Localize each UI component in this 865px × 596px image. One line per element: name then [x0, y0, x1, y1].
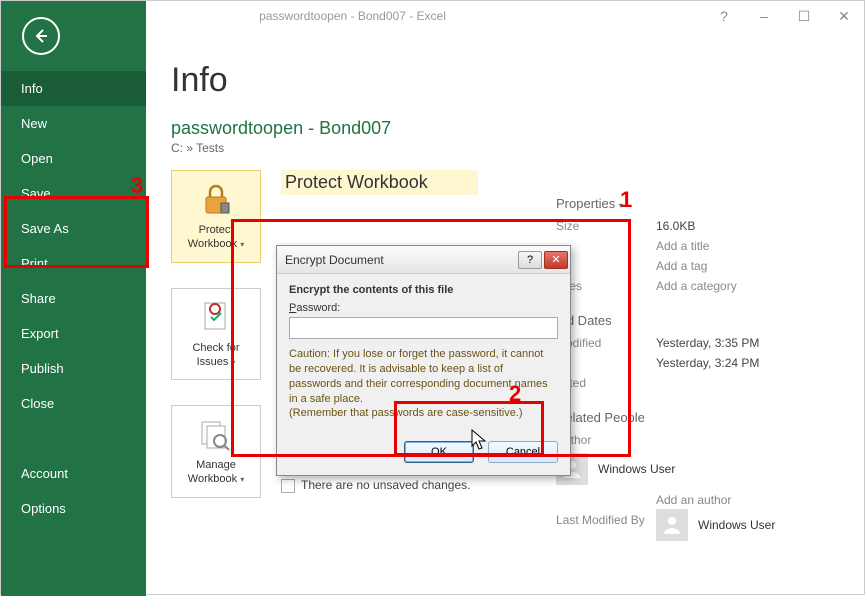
document-icon: [281, 479, 295, 493]
password-input[interactable]: [289, 317, 558, 339]
document-title: passwordtoopen - Bond007: [171, 118, 839, 139]
manage-workbook-button[interactable]: Manage Workbook ▾: [171, 405, 261, 498]
prop-categories-value[interactable]: Add a category: [656, 279, 846, 293]
minimize-icon[interactable]: –: [744, 1, 784, 31]
properties-panel: Properties ▾ Size16.0KB Add a title Add …: [556, 196, 846, 561]
manage-label: Manage Workbook: [188, 459, 237, 485]
prop-created-label: ed: [556, 356, 656, 370]
document-path: C: » Tests: [171, 141, 839, 155]
properties-header[interactable]: Properties ▾: [556, 196, 846, 211]
add-author[interactable]: Add an author: [656, 493, 846, 507]
ok-button[interactable]: OK: [404, 441, 474, 463]
modified-by-row[interactable]: Windows User: [656, 509, 846, 541]
annotation-label-1: 1: [620, 187, 632, 213]
prop-modified-value: Yesterday, 3:35 PM: [656, 336, 846, 350]
chevron-down-icon: ▾: [240, 240, 244, 249]
author-name: Windows User: [598, 462, 675, 476]
last-modified-by-label: Last Modified By: [556, 513, 656, 527]
prop-categories-label: ories: [556, 279, 656, 293]
sidebar-item-save-as[interactable]: Save As: [1, 211, 146, 246]
dialog-close-icon[interactable]: ✕: [544, 251, 568, 269]
prop-created-value: Yesterday, 3:24 PM: [656, 356, 846, 370]
help-icon[interactable]: ?: [704, 1, 744, 31]
check-issues-button[interactable]: Check for Issues ▾: [171, 288, 261, 381]
related-people-header: Related People: [556, 410, 846, 425]
page-title: Info: [171, 61, 839, 100]
sidebar-item-share[interactable]: Share: [1, 281, 146, 316]
prop-title-value[interactable]: Add a title: [656, 239, 846, 253]
sidebar-item-options[interactable]: Options: [1, 491, 146, 526]
sidebar-item-export[interactable]: Export: [1, 316, 146, 351]
annotation-label-2: 2: [509, 381, 521, 407]
password-label: Password:: [289, 302, 558, 314]
chevron-down-icon: ▾: [231, 358, 235, 367]
lock-icon: [198, 181, 234, 217]
related-dates-header: ted Dates: [556, 313, 846, 328]
annotation-label-3: 3: [131, 173, 143, 199]
sidebar-item-close[interactable]: Close: [1, 386, 146, 421]
dialog-help-icon[interactable]: ?: [518, 251, 542, 269]
sidebar-item-publish[interactable]: Publish: [1, 351, 146, 386]
dialog-subtitle: Encrypt the contents of this file: [289, 284, 558, 296]
author-label: Author: [556, 433, 656, 447]
sidebar-item-new[interactable]: New: [1, 106, 146, 141]
maximize-icon[interactable]: ☐: [784, 1, 824, 31]
modified-by-name: Windows User: [698, 518, 775, 532]
back-arrow-icon: [22, 17, 60, 55]
cancel-button[interactable]: Cancel: [488, 441, 558, 463]
protect-section-title: Protect Workbook: [281, 170, 478, 195]
prop-size-value: 16.0KB: [656, 219, 846, 233]
prop-tags-value[interactable]: Add a tag: [656, 259, 846, 273]
prop-modified-label: Modified: [556, 336, 656, 350]
protect-workbook-button[interactable]: Protect Workbook ▾: [171, 170, 261, 263]
back-button[interactable]: [1, 1, 81, 71]
dialog-title: Encrypt Document: [285, 253, 516, 267]
encrypt-document-dialog: Encrypt Document ? ✕ Encrypt the content…: [276, 245, 571, 476]
close-icon[interactable]: ✕: [824, 1, 864, 31]
sidebar-item-account[interactable]: Account: [1, 456, 146, 491]
sidebar-item-info[interactable]: Info: [1, 71, 146, 106]
prop-printed-label: rinted: [556, 376, 656, 390]
prop-size-label: Size: [556, 219, 656, 233]
backstage-sidebar: Info New Open Save Save As Print Share E…: [1, 1, 146, 596]
chevron-down-icon: ▾: [240, 475, 244, 484]
user-avatar-icon: [656, 509, 688, 541]
author-row[interactable]: Windows User: [556, 453, 846, 485]
sidebar-item-save[interactable]: Save: [1, 176, 146, 211]
sidebar-item-print[interactable]: Print: [1, 246, 146, 281]
versions-icon: [198, 416, 234, 452]
protect-label: Protect Workbook: [188, 224, 237, 250]
dialog-title-bar[interactable]: Encrypt Document ? ✕: [277, 246, 570, 274]
no-changes-text: There are no unsaved changes.: [301, 478, 470, 492]
inspect-icon: [198, 299, 234, 335]
sidebar-item-open[interactable]: Open: [1, 141, 146, 176]
